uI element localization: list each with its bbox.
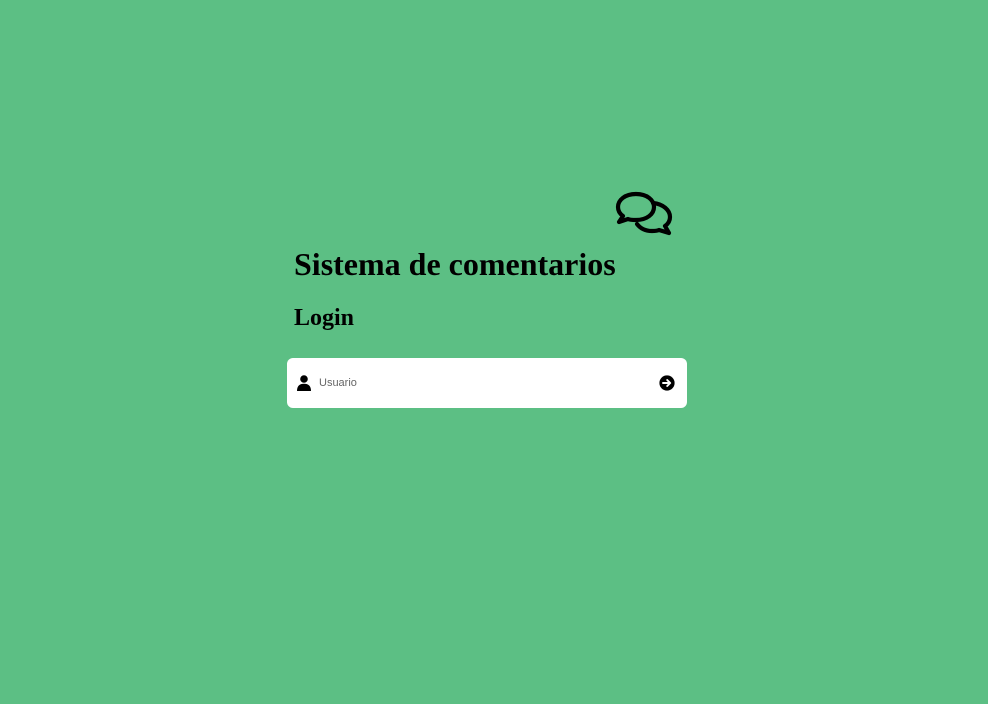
login-heading: Login [294,305,355,331]
username-input[interactable] [319,371,649,395]
app-title: Sistema de comentarios [294,246,616,282]
comments-icon [615,191,673,236]
user-icon [297,375,311,391]
login-form [287,358,687,408]
arrow-circle-right-icon [659,375,675,391]
submit-button[interactable] [659,374,677,392]
